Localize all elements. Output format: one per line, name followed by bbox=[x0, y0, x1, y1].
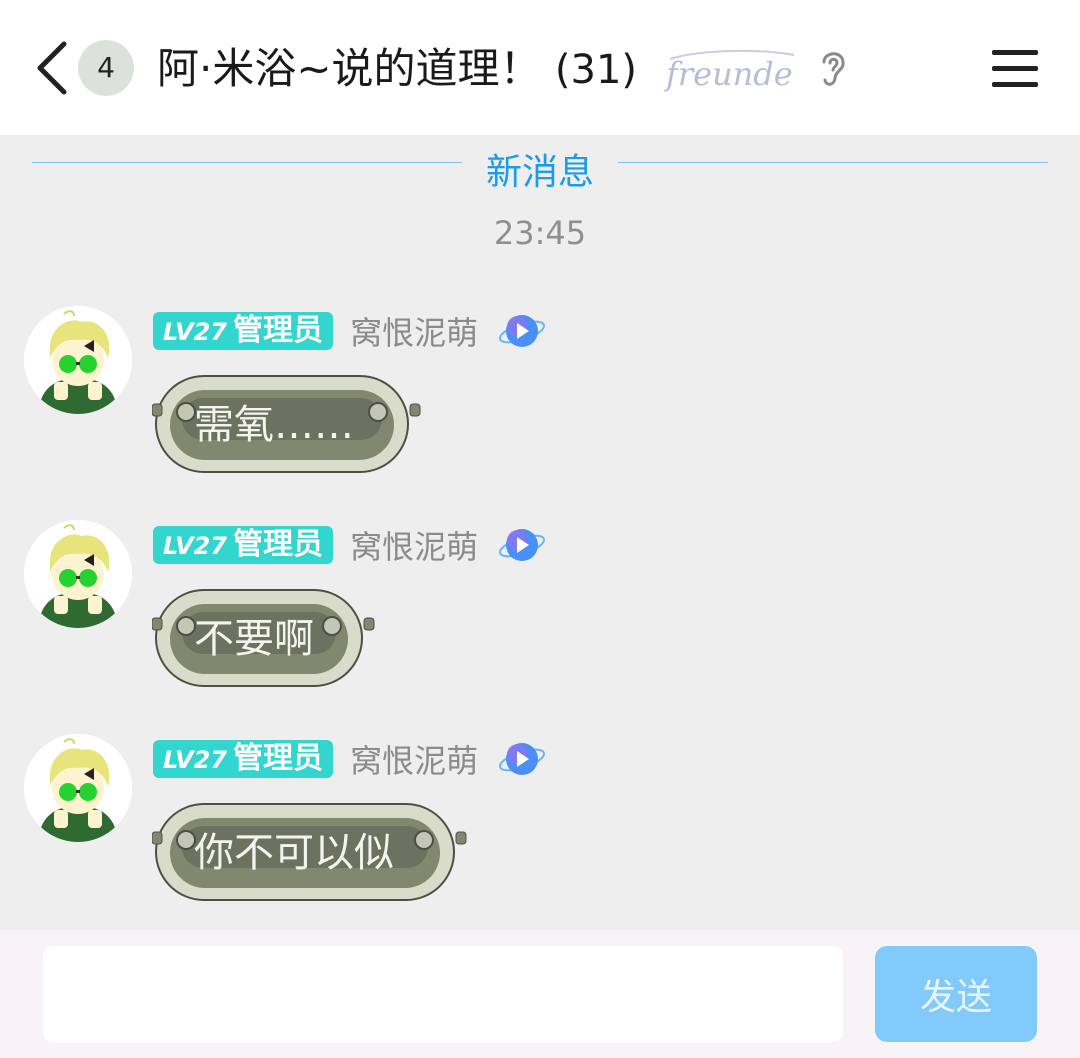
message-text: 不要啊 bbox=[194, 616, 314, 662]
message-meta: LV27 管理员 窝恨泥萌 bbox=[153, 522, 547, 566]
avatar[interactable] bbox=[24, 734, 132, 842]
chat-header: 4 阿·米浴~说的道理！ (31) freunde bbox=[0, 0, 1080, 135]
message-row: LV27 管理员 窝恨泥萌 不要啊 bbox=[0, 520, 1080, 710]
message-input[interactable] bbox=[43, 946, 843, 1042]
sender-name[interactable]: 窝恨泥萌 bbox=[350, 308, 478, 354]
page-title: 阿·米浴~说的道理！ (31) bbox=[157, 40, 637, 99]
chat-title-text: 阿·米浴~说的道理！ bbox=[157, 44, 542, 93]
role-badge: LV27 管理员 bbox=[153, 740, 333, 778]
avatar-image bbox=[24, 734, 132, 842]
new-messages-divider: 新消息 bbox=[0, 135, 1080, 195]
message-bubble[interactable]: 需氧…… bbox=[152, 374, 422, 474]
role-label: 管理员 bbox=[232, 741, 323, 776]
role-label: 管理员 bbox=[232, 313, 323, 348]
avatar[interactable] bbox=[24, 306, 132, 414]
message-text: 你不可以似 bbox=[194, 830, 394, 876]
freunde-logo: freunde bbox=[664, 49, 795, 93]
send-button[interactable]: 发送 bbox=[875, 946, 1037, 1042]
ear-icon[interactable] bbox=[816, 46, 850, 90]
menu-icon[interactable] bbox=[992, 48, 1040, 88]
vip-play-icon bbox=[499, 743, 546, 775]
sender-name[interactable]: 窝恨泥萌 bbox=[350, 522, 478, 568]
chevron-left-icon[interactable] bbox=[30, 38, 74, 98]
message-bubble[interactable]: 你不可以似 bbox=[152, 802, 468, 902]
vip-play-icon bbox=[499, 315, 546, 347]
level-label: LV27 bbox=[163, 746, 227, 774]
role-label: 管理员 bbox=[232, 527, 323, 562]
message-bubble[interactable]: 不要啊 bbox=[152, 588, 376, 688]
message-row: LV27 管理员 窝恨泥萌 你不可以似 bbox=[0, 734, 1080, 924]
level-label: LV27 bbox=[163, 532, 227, 560]
svg-text:freunde: freunde bbox=[664, 55, 793, 93]
role-badge: LV27 管理员 bbox=[153, 312, 333, 350]
message-meta: LV27 管理员 窝恨泥萌 bbox=[153, 308, 547, 352]
unread-count-badge[interactable]: 4 bbox=[78, 40, 134, 96]
avatar-image bbox=[24, 520, 132, 628]
level-label: LV27 bbox=[163, 318, 227, 346]
message-composer: 发送 bbox=[0, 930, 1080, 1058]
new-messages-label: 新消息 bbox=[485, 152, 594, 193]
sender-name[interactable]: 窝恨泥萌 bbox=[350, 736, 478, 782]
message-meta: LV27 管理员 窝恨泥萌 bbox=[153, 736, 547, 780]
message-timestamp: 23:45 bbox=[493, 214, 587, 252]
message-text: 需氧…… bbox=[194, 402, 354, 448]
avatar-image bbox=[24, 306, 132, 414]
message-row: LV27 管理员 窝恨泥萌 需氧…… bbox=[0, 306, 1080, 496]
vip-play-icon bbox=[499, 529, 546, 561]
member-count: (31) bbox=[554, 47, 638, 93]
avatar[interactable] bbox=[24, 520, 132, 628]
role-badge: LV27 管理员 bbox=[153, 526, 333, 564]
